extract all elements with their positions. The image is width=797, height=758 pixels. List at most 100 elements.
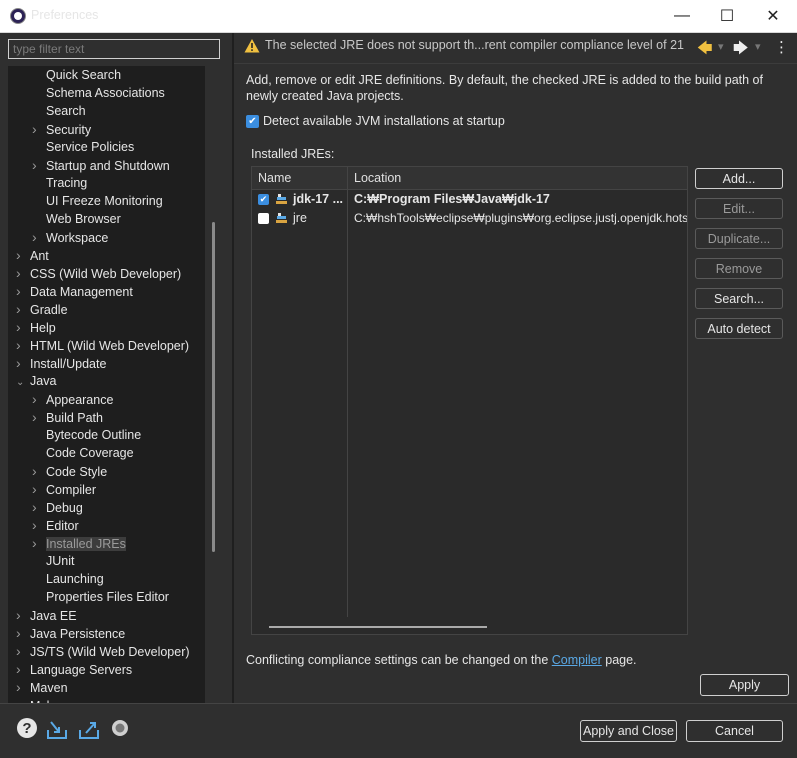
forward-dropdown-icon[interactable]: ▾ [755, 40, 761, 53]
chevron-right-icon[interactable]: › [16, 354, 30, 372]
tree-item[interactable]: › Compiler [32, 480, 96, 498]
chevron-right-icon[interactable]: › [16, 300, 30, 318]
detect-jvm-checkbox[interactable]: ✔ [246, 115, 259, 128]
tree-item[interactable]: Tracing [32, 174, 87, 192]
remove-button[interactable]: Remove [695, 258, 783, 279]
tree-item[interactable]: › Workspace [32, 228, 108, 246]
tree-item[interactable]: Schema Associations [32, 84, 165, 102]
chevron-right-icon[interactable]: › [16, 318, 30, 336]
apply-and-close-button[interactable]: Apply and Close [580, 720, 677, 742]
chevron-right-icon[interactable]: › [16, 696, 30, 703]
tree-item[interactable]: Web Browser [32, 210, 121, 228]
close-button[interactable]: ✕ [750, 0, 796, 32]
detect-jvm-label[interactable]: Detect available JVM installations at st… [263, 114, 505, 128]
chevron-right-icon[interactable]: › [32, 534, 46, 552]
edit-button[interactable]: Edit... [695, 198, 783, 219]
jre-checkbox[interactable] [258, 213, 269, 224]
tree-item[interactable]: UI Freeze Monitoring [32, 192, 163, 210]
tree-item[interactable]: ›Mylyn [16, 696, 63, 703]
tree-item-label: Help [30, 321, 56, 335]
tree-item[interactable]: › Appearance [32, 390, 113, 408]
tree-item[interactable]: › CSS (Wild Web Developer) [16, 264, 181, 282]
tree-item[interactable]: Quick Search [32, 66, 121, 84]
tree-item[interactable]: › Installed JREs [32, 534, 126, 552]
tree-item[interactable]: › Maven [16, 678, 68, 696]
duplicate-button[interactable]: Duplicate... [695, 228, 783, 249]
chevron-right-icon[interactable]: › [16, 336, 30, 354]
forward-arrow-icon[interactable]: 🡆 [733, 38, 749, 63]
view-menu-icon[interactable]: ⋮ [774, 38, 789, 56]
chevron-right-icon[interactable]: › [16, 246, 30, 264]
import-icon[interactable] [46, 718, 68, 740]
tree-item[interactable]: › Security [32, 120, 91, 138]
chevron-right-icon[interactable]: › [32, 516, 46, 534]
tree-item[interactable]: Service Policies [32, 138, 134, 156]
tree-item-label: Web Browser [46, 212, 121, 226]
table-row[interactable]: jre C:₩hshTools₩eclipse₩plugins₩org.eclip… [252, 210, 687, 228]
tree-item[interactable]: › Java Persistence [16, 624, 125, 642]
minimize-button[interactable]: — [659, 0, 705, 32]
chevron-right-icon[interactable]: › [32, 120, 46, 138]
tree-item[interactable]: ⌄ Java [16, 372, 56, 390]
cancel-button[interactable]: Cancel [686, 720, 783, 742]
tree-item[interactable]: › Data Management [16, 282, 133, 300]
tree-item[interactable]: Code Coverage [32, 444, 134, 462]
preferences-tree[interactable]: Quick Search Schema Associations Search › Se… [8, 66, 205, 703]
export-icon[interactable] [78, 718, 100, 740]
tree-item[interactable]: › Build Path [32, 408, 103, 426]
chevron-right-icon[interactable]: › [32, 390, 46, 408]
back-dropdown-icon[interactable]: ▾ [718, 40, 724, 53]
jre-checkbox[interactable]: ✔ [258, 194, 269, 205]
record-icon[interactable] [110, 718, 132, 740]
tree-item-label: Code Style [46, 465, 108, 479]
tree-item[interactable]: Bytecode Outline [32, 426, 141, 444]
chevron-right-icon[interactable]: › [16, 642, 30, 660]
compiler-link[interactable]: Compiler [552, 653, 602, 667]
search-button[interactable]: Search... [695, 288, 783, 309]
tree-scrollbar-thumb[interactable] [212, 222, 215, 552]
chevron-right-icon[interactable]: › [32, 156, 46, 174]
column-header-location[interactable]: Location [354, 171, 401, 185]
tree-item[interactable]: › Language Servers [16, 660, 132, 678]
chevron-right-icon[interactable]: › [32, 480, 46, 498]
chevron-right-icon[interactable]: › [16, 678, 30, 696]
tree-item[interactable]: › Install/Update [16, 354, 106, 372]
tree-item[interactable]: › Editor [32, 516, 79, 534]
add-button[interactable]: Add... [695, 168, 783, 189]
chevron-right-icon[interactable]: › [32, 462, 46, 480]
chevron-right-icon[interactable]: › [32, 228, 46, 246]
chevron-right-icon[interactable]: › [16, 264, 30, 282]
column-header-name[interactable]: Name [258, 171, 291, 185]
tree-item[interactable]: › Startup and Shutdown [32, 156, 170, 174]
tree-item[interactable]: Search [32, 102, 86, 120]
tree-item[interactable]: › JS/TS (Wild Web Developer) [16, 642, 190, 660]
installed-jres-table[interactable]: Name Location ✔ jdk-17 ... C:₩Program File… [251, 166, 688, 635]
apply-button[interactable]: Apply [700, 674, 789, 696]
help-icon[interactable]: ? [17, 718, 37, 738]
tree-item[interactable]: › Java EE [16, 606, 77, 624]
auto-detect-button[interactable]: Auto detect [695, 318, 783, 339]
tree-item[interactable]: › Gradle [16, 300, 68, 318]
tree-item[interactable]: › Code Style [32, 462, 107, 480]
chevron-right-icon[interactable]: › [16, 282, 30, 300]
tree-item[interactable]: JUnit [32, 552, 74, 570]
chevron-right-icon[interactable]: › [32, 498, 46, 516]
tree-item[interactable]: › Ant [16, 246, 49, 264]
panel-splitter[interactable] [232, 33, 234, 703]
chevron-right-icon[interactable]: › [16, 624, 30, 642]
table-row[interactable]: ✔ jdk-17 ... C:₩Program Files₩Java₩jdk-17 [252, 191, 687, 209]
tree-item[interactable]: Launching [32, 570, 104, 588]
chevron-right-icon[interactable]: › [32, 408, 46, 426]
chevron-right-icon[interactable]: › [16, 660, 30, 678]
filter-input[interactable] [8, 39, 220, 59]
tree-item[interactable]: › Debug [32, 498, 83, 516]
maximize-button[interactable]: ☐ [704, 0, 750, 32]
tree-item[interactable]: › HTML (Wild Web Developer) [16, 336, 189, 354]
back-arrow-icon[interactable]: 🡄 [697, 38, 713, 63]
table-horizontal-scrollbar[interactable] [269, 626, 487, 628]
chevron-right-icon[interactable]: › [16, 606, 30, 624]
tree-item[interactable]: Properties Files Editor [32, 588, 169, 606]
chevron-down-icon[interactable]: ⌄ [16, 374, 30, 392]
tree-item[interactable]: › Help [16, 318, 56, 336]
tree-item-label: Language Servers [30, 663, 133, 677]
